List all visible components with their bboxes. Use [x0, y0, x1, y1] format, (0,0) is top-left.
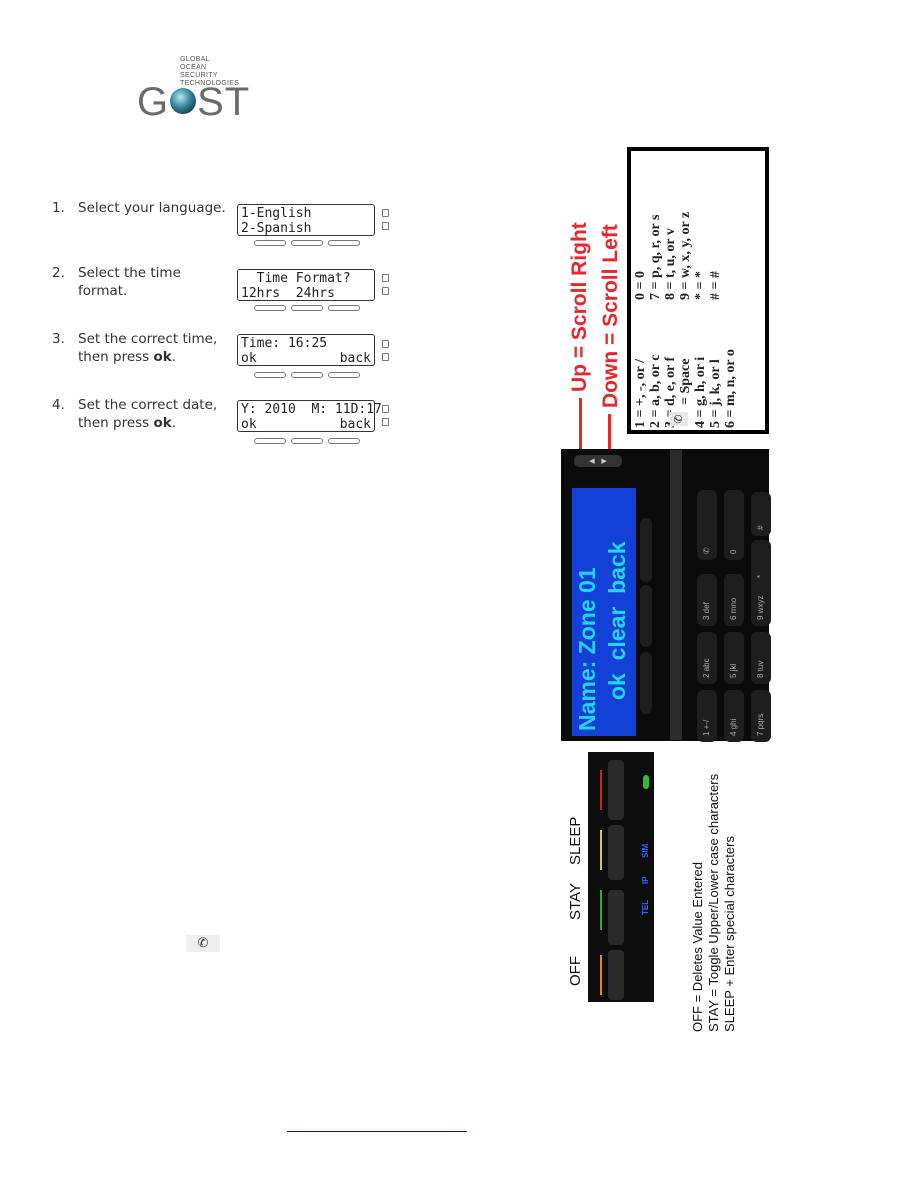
keypad-key-#[interactable]: # — [751, 492, 771, 536]
keypad-key-5[interactable]: 5 jkl — [724, 632, 744, 684]
sleep-button[interactable] — [608, 760, 624, 820]
panel-divider — [670, 450, 682, 740]
keypad-key-label: ✆ — [702, 547, 711, 554]
keypad-key-7[interactable]: 7 pqrs — [751, 690, 771, 742]
softkey[interactable] — [640, 585, 652, 647]
step-4: 4. Set the correct date, then press ok. — [52, 397, 218, 431]
zone-led-orange — [600, 955, 602, 995]
up-arrow-icon — [382, 405, 389, 413]
step-1: 1. Select your language. — [52, 200, 226, 216]
down-arrow-icon — [382, 353, 389, 361]
mode-label-off: OFF — [567, 956, 584, 986]
keypad-key-6[interactable]: 6 mno — [724, 574, 744, 626]
left-arrow-icon: ◀ — [589, 457, 595, 465]
down-arrow-icon — [382, 418, 389, 426]
keypad-key-label: 0 — [729, 549, 738, 554]
device-lcd-line1: Name: Zone 01 — [574, 567, 600, 731]
softkey[interactable] — [640, 652, 652, 714]
key-map-item: 7 = p, q, r, or s — [648, 214, 663, 300]
night-button[interactable] — [608, 825, 624, 880]
stay-button[interactable] — [608, 890, 624, 945]
step-3: 3. Set the correct time, then press ok. — [52, 331, 218, 365]
keypad-key-label: 3 def — [702, 602, 711, 620]
keypad-key-8[interactable]: 8 tuv — [751, 632, 771, 684]
scroll-buttons — [382, 274, 389, 300]
keypad-key-label: 2 abc — [702, 658, 711, 678]
soft-keys — [254, 438, 360, 444]
keypad-key-2[interactable]: 2 abc — [697, 632, 717, 684]
link-underline — [287, 1131, 467, 1132]
keypad-key-label: * — [756, 574, 765, 578]
key-map-item: = Space — [678, 358, 693, 405]
scroll-right-pointer — [579, 398, 582, 450]
zone-led-red — [600, 770, 602, 810]
keypad-key-4[interactable]: 4 ghi — [724, 690, 744, 742]
note-stay: STAY = Toggle Upper/Lower case character… — [706, 773, 721, 1032]
softkey[interactable] — [640, 518, 652, 582]
down-arrow-icon — [382, 287, 389, 295]
keypad-key-0[interactable]: 0 — [724, 490, 744, 560]
logo-wordmark: G ST — [137, 80, 251, 124]
keypad-key-label: 4 ghi — [729, 718, 738, 736]
up-arrow-icon — [382, 274, 389, 282]
lcd-display-time: Time: 16:25 ok back — [237, 334, 375, 366]
keypad-key-1[interactable]: 1 +-/ — [697, 690, 717, 742]
key-map-item: 6 = m, n, or o — [723, 349, 738, 428]
soft-keys — [254, 372, 360, 378]
phone-icon: ✆ — [186, 935, 220, 952]
lcd-display-date: Y: 2010 M: 11 D:17 ok back — [237, 400, 382, 432]
keypad-key-3[interactable]: 3 def — [697, 574, 717, 626]
key-map-item: 2 = a, b, or c — [648, 354, 663, 428]
lcd-display-time-format: Time Format? 12hrs 24hrs — [237, 269, 375, 301]
device-lcd-line2: ok clear back — [604, 541, 630, 700]
keypad-key-label: 6 mno — [729, 597, 738, 620]
soft-keys — [254, 240, 360, 246]
scroll-right-label: Up = Scroll Right — [568, 222, 591, 392]
down-arrow-icon — [382, 222, 389, 230]
keypad-key-label: 9 wxyz — [756, 595, 765, 620]
power-led — [643, 775, 649, 789]
up-arrow-icon — [382, 340, 389, 348]
up-arrow-icon — [382, 209, 389, 217]
key-map-item: 4 = g, h, or i — [693, 356, 708, 428]
keypad-key-phone[interactable]: ✆ — [697, 490, 717, 560]
phone-icon: ✆ — [670, 412, 688, 426]
keypad-key-label: # — [756, 525, 765, 530]
lcd-display-language: 1-English 2-Spanish — [237, 204, 375, 236]
key-map-item: 9 = w, x, y, or z — [678, 211, 693, 300]
key-map-item: * = * — [693, 271, 708, 300]
note-off: OFF = Deletes Value Entered — [690, 862, 705, 1032]
scroll-left-pointer — [608, 414, 611, 450]
mode-label-sleep: SLEEP — [567, 816, 584, 865]
indicator-tel: TEL — [641, 899, 650, 915]
key-map-item: 8 = t, u, or v — [663, 228, 678, 300]
indicator-ip: IP — [641, 876, 650, 884]
off-button[interactable] — [608, 950, 624, 1000]
zone-led-green — [600, 890, 602, 930]
keypad-key-label: 5 jkl — [729, 663, 738, 678]
indicator-sim: SIM — [641, 843, 650, 858]
scroll-buttons — [382, 405, 389, 431]
zone-led-yellow — [600, 830, 602, 870]
note-sleep: SLEEP + Enter special characters — [722, 836, 737, 1032]
step-2: 2. Select the time format. — [52, 265, 181, 299]
scroll-buttons — [382, 340, 389, 366]
key-map-item: # = # — [708, 271, 723, 300]
nav-arrows: ◀ ▶ — [574, 455, 622, 467]
key-map-item: 0 = 0 — [633, 271, 648, 300]
scroll-buttons — [382, 209, 389, 235]
globe-icon — [170, 88, 197, 115]
key-map-item: 1 = +, -, or / — [633, 359, 648, 428]
scroll-left-label: Down = Scroll Left — [599, 224, 622, 408]
right-arrow-icon: ▶ — [601, 457, 607, 465]
keypad-key-label: 1 +-/ — [702, 719, 711, 736]
mode-label-stay: STAY — [567, 883, 584, 920]
keypad-key-label: 8 tuv — [756, 660, 765, 678]
key-map-item: 5 = j, k, or l — [708, 359, 723, 428]
keypad-key-*[interactable]: * — [751, 540, 771, 584]
keypad-key-label: 7 pqrs — [756, 713, 765, 736]
soft-keys — [254, 305, 360, 311]
